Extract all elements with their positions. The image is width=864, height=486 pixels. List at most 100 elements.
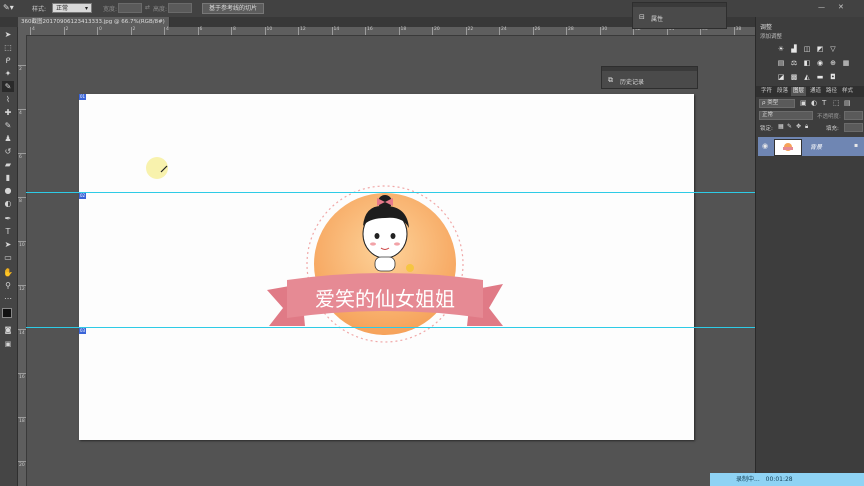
- properties-panel-header[interactable]: [633, 3, 726, 7]
- channel-mixer-icon[interactable]: ⊕: [828, 59, 838, 67]
- guide-line-1[interactable]: [26, 192, 755, 193]
- zoom-tool-icon[interactable]: ⚲: [2, 280, 14, 291]
- lock-image-icon[interactable]: ✎: [787, 123, 792, 130]
- tab-paths[interactable]: 路径: [824, 87, 839, 96]
- document-tab[interactable]: 360截图20170906123413333.jpg @ 66.7%(RGB/8…: [18, 17, 170, 35]
- vibrance-icon[interactable]: ▽: [828, 45, 838, 53]
- slice-tag-3[interactable]: 03: [79, 328, 87, 334]
- healing-brush-tool-icon[interactable]: ✚: [2, 107, 14, 118]
- swap-icon[interactable]: ⇄: [145, 4, 150, 11]
- photo-filter-icon[interactable]: ◉: [815, 59, 825, 67]
- color-lookup-icon[interactable]: ▦: [841, 59, 851, 67]
- minimize-button[interactable]: —: [818, 3, 825, 11]
- ruler-tick: [18, 373, 26, 374]
- tab-character[interactable]: 字符: [759, 87, 774, 96]
- hue-saturation-icon[interactable]: ▤: [776, 59, 786, 67]
- ruler-tick: [18, 65, 26, 66]
- blur-tool-icon[interactable]: ●: [2, 185, 14, 196]
- history-icon[interactable]: ⧉: [608, 76, 613, 85]
- tab-styles[interactable]: 样式: [840, 87, 855, 96]
- slice-tag-2[interactable]: 02: [79, 193, 87, 199]
- lock-transparent-icon[interactable]: ▦: [778, 123, 784, 130]
- clone-stamp-tool-icon[interactable]: ♟: [2, 133, 14, 144]
- marquee-tool-icon[interactable]: ⬚: [2, 42, 14, 53]
- shape-tool-icon[interactable]: ▭: [2, 252, 14, 263]
- foreground-color-swatch[interactable]: [2, 308, 12, 318]
- quick-select-tool-icon[interactable]: ✦: [2, 68, 14, 79]
- threshold-icon[interactable]: ◭: [802, 73, 812, 81]
- exposure-icon[interactable]: ◩: [815, 45, 825, 53]
- filter-shape-icon[interactable]: ⬚: [833, 99, 840, 107]
- history-panel-header[interactable]: [602, 67, 697, 71]
- posterize-icon[interactable]: ▩: [789, 73, 799, 81]
- selective-color-icon[interactable]: ◘: [828, 73, 838, 81]
- close-window-button[interactable]: ✕: [838, 3, 844, 11]
- slice-from-guides-button[interactable]: 基于参考线的切片: [202, 3, 265, 14]
- gradient-tool-icon[interactable]: ▮: [2, 172, 14, 183]
- ruler-label: 18: [400, 27, 407, 32]
- filter-smart-icon[interactable]: ▤: [844, 99, 851, 107]
- ruler-tick: [18, 329, 26, 330]
- tab-channels[interactable]: 通道: [808, 87, 823, 96]
- filter-type-icon[interactable]: T: [822, 99, 826, 107]
- ruler-label: 24: [501, 27, 507, 32]
- brightness-icon[interactable]: ☀: [776, 45, 786, 53]
- pen-tool-icon[interactable]: ✒: [2, 213, 14, 224]
- opacity-field[interactable]: [844, 111, 863, 120]
- ruler-tick: [499, 27, 500, 35]
- levels-icon[interactable]: ▟: [789, 45, 799, 53]
- eyedropper-tool-icon[interactable]: ⌇: [2, 94, 14, 105]
- layer-name[interactable]: 背景: [810, 142, 822, 151]
- tab-paragraph[interactable]: 段落: [775, 87, 790, 96]
- ruler-tick: [197, 27, 199, 35]
- history-brush-tool-icon[interactable]: ↺: [2, 146, 14, 157]
- ruler-tick: [231, 27, 232, 35]
- more-tools-icon[interactable]: ⋯: [2, 293, 14, 304]
- screen-mode-icon[interactable]: ▣: [2, 339, 14, 350]
- slice-tool-icon[interactable]: ✎▾: [3, 3, 14, 12]
- ruler-tick: [18, 197, 26, 198]
- lock-position-icon[interactable]: ✥: [796, 123, 801, 130]
- properties-icon[interactable]: ⊟: [639, 13, 645, 21]
- guide-line-2[interactable]: [26, 327, 755, 328]
- color-balance-icon[interactable]: ⚖: [789, 59, 799, 67]
- blend-mode-select[interactable]: 正常: [759, 111, 813, 120]
- dodge-tool-icon[interactable]: ◐: [2, 198, 14, 209]
- slice-tag-1[interactable]: 01: [79, 94, 87, 100]
- lasso-tool-icon[interactable]: ᑭ: [2, 55, 14, 66]
- fill-field[interactable]: [844, 123, 863, 132]
- invert-icon[interactable]: ◪: [776, 73, 786, 81]
- recording-status-bar[interactable]: 录制中... 00:01:28: [710, 473, 864, 486]
- ruler-tick: [164, 27, 165, 35]
- visibility-eye-icon[interactable]: ◉: [762, 142, 768, 150]
- ruler-label: 18: [19, 419, 25, 424]
- eraser-tool-icon[interactable]: ▰: [2, 159, 14, 170]
- curves-icon[interactable]: ◫: [802, 45, 812, 53]
- properties-panel-title[interactable]: 属性: [651, 14, 663, 23]
- recording-time: 00:01:28: [765, 476, 793, 483]
- gradient-map-icon[interactable]: ▬: [815, 73, 825, 81]
- document-canvas[interactable]: 爱笑的仙女姐姐: [79, 94, 694, 440]
- brush-tool-icon[interactable]: ✎: [2, 120, 14, 131]
- type-tool-icon[interactable]: T: [2, 226, 14, 237]
- style-select[interactable]: 正常 ▾: [52, 3, 92, 13]
- ruler-tick: [331, 27, 333, 35]
- path-select-tool-icon[interactable]: ➤: [2, 239, 14, 250]
- adjustments-title[interactable]: 调整: [760, 22, 772, 31]
- lock-all-icon[interactable]: 🔒︎: [805, 123, 808, 131]
- layer-kind-filter[interactable]: ρ 类型: [759, 99, 795, 108]
- black-white-icon[interactable]: ◧: [802, 59, 812, 67]
- tab-layers[interactable]: 图层: [791, 87, 807, 96]
- hand-tool-icon[interactable]: ✋: [2, 267, 14, 278]
- height-field[interactable]: [168, 3, 192, 13]
- history-panel-title[interactable]: 历史记录: [620, 77, 644, 86]
- filter-pixel-icon[interactable]: ▣: [800, 99, 807, 107]
- ruler-label: 14: [19, 331, 25, 336]
- quick-mask-icon[interactable]: ◙: [2, 325, 14, 336]
- move-tool-icon[interactable]: ➤: [2, 29, 14, 40]
- layer-row[interactable]: ◉ 背景 ▪: [758, 137, 864, 156]
- ruler-label: 4: [166, 27, 169, 32]
- filter-adjustment-icon[interactable]: ◐: [811, 99, 817, 107]
- slice-tool-icon[interactable]: ✎: [2, 81, 14, 92]
- width-field[interactable]: [118, 3, 142, 13]
